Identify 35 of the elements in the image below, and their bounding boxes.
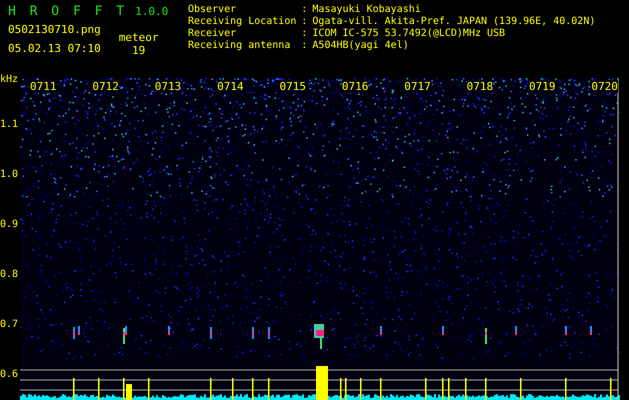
meteor-count: 19 [132,44,146,57]
file-name: 0502130710.png [8,23,101,36]
frequency-label: 0.8 [0,268,20,282]
info-separator: : [301,40,308,52]
time-label: 0715 [280,80,306,93]
date-time: 05.02.13 07:10 [8,42,101,55]
frequency-label: 1.1 [0,118,20,132]
info-separator: : [301,16,308,28]
frequency-label: 0.7 [0,318,20,332]
time-label: 0714 [217,80,244,93]
time-label: 0711 [30,80,56,93]
time-label: 0713 [154,80,182,93]
info-label: Receiving Location [188,16,296,28]
time-label: 0712 [92,80,119,93]
info-label: Observer [188,4,238,16]
frequency-label: 0.9 [0,218,20,232]
time-label: 0716 [342,80,368,93]
info-value: A504HB(yagi 4el) [312,40,410,52]
info-separator: : [301,28,308,40]
meteor-label: meteor [118,31,158,44]
info-separator: : [301,4,308,16]
info-label: Receiving antenna [188,40,292,52]
time-label: 0717 [404,80,431,93]
time-label: 0718 [466,80,494,93]
time-label: 0719 [529,80,556,93]
app-title: H R O F F T [8,4,128,19]
frequency-label: 1.0 [0,168,20,182]
info-value: Ogata-vill. Akita-Pref. JAPAN (139.96E, 40.02N) [312,16,596,28]
info-label: Receiver [188,28,238,40]
time-label: 0720 [591,80,618,93]
version-label: 1.0.0 [135,5,168,18]
info-value: Masayuki Kobayashi [312,4,422,16]
unit-label: kHz [0,74,20,87]
frequency-label: 0.6 [0,368,20,382]
info-value: ICOM IC-575 53.7492(@LCD)MHz USB [312,28,506,40]
